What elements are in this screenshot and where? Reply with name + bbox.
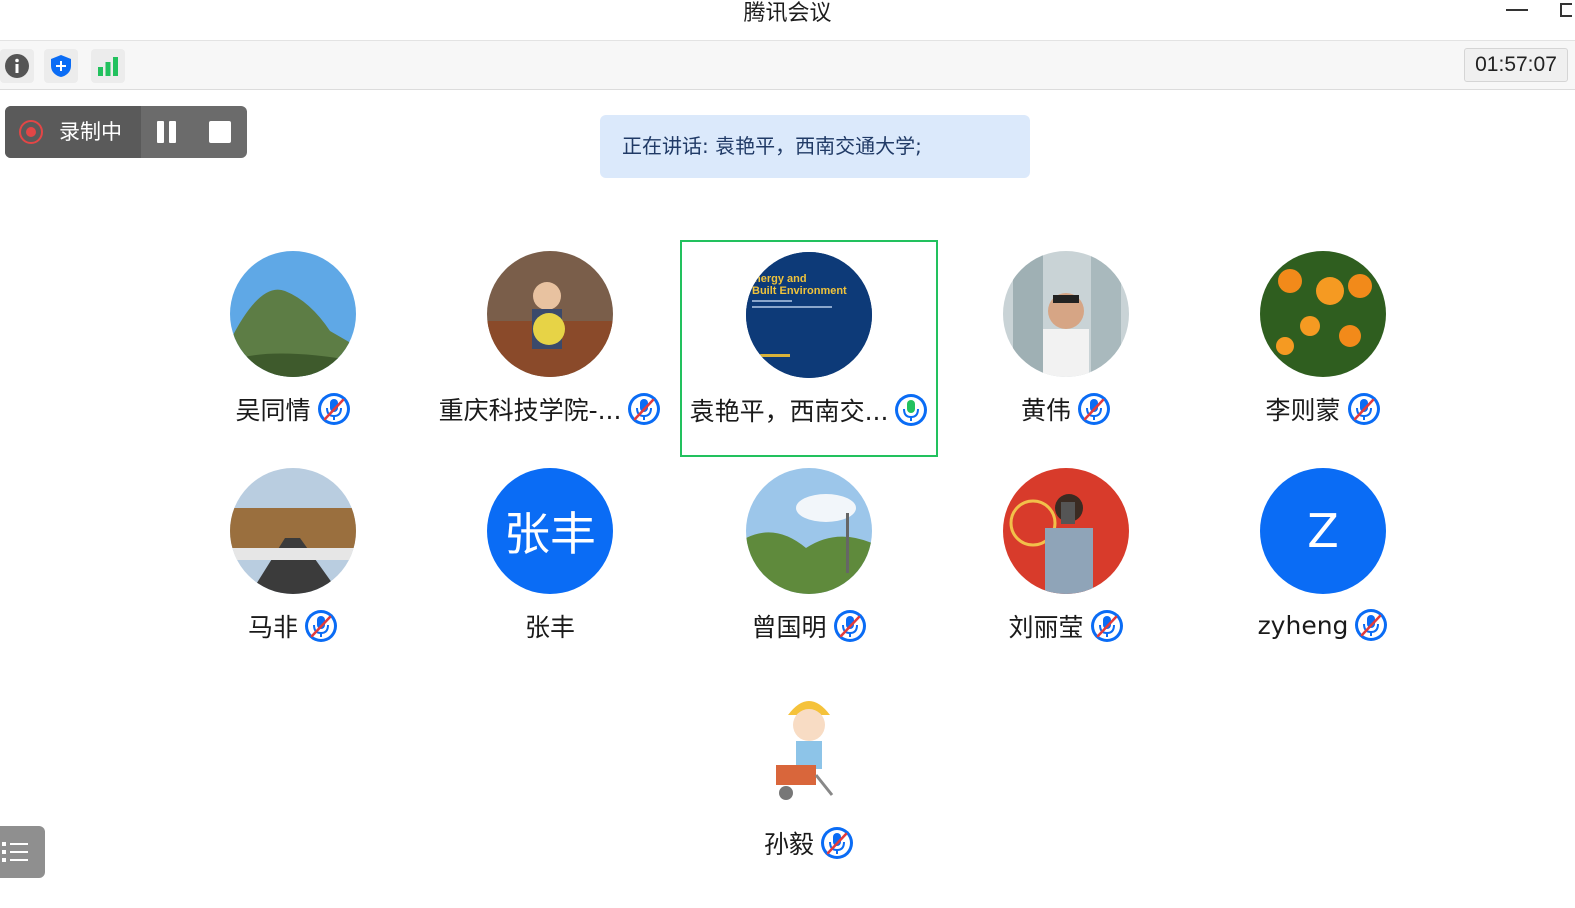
avatar: 张丰 (487, 468, 613, 594)
mic-muted-icon[interactable] (627, 392, 661, 426)
record-icon (19, 120, 43, 144)
meeting-toolbar: 01:57:07 (0, 41, 1575, 90)
mic-speaking-icon[interactable] (894, 393, 928, 427)
window-title: 腾讯会议 (743, 1, 832, 26)
mic-muted-icon[interactable] (1077, 392, 1111, 426)
network-signal-icon[interactable] (91, 49, 125, 83)
participant-tile-active[interactable]: nergy and Built Environment 袁艳平，西南交... (680, 240, 938, 457)
recording-status: 录制中 (5, 106, 141, 158)
stop-recording-button[interactable] (209, 121, 231, 143)
mic-muted-icon[interactable] (1354, 608, 1388, 642)
participant-tile[interactable]: 李则蒙 (1194, 241, 1452, 458)
maximize-icon[interactable] (1560, 3, 1572, 17)
participant-tile[interactable]: 张丰 张丰 (421, 458, 679, 675)
mic-muted-icon[interactable] (304, 609, 338, 643)
avatar: Z (1260, 468, 1386, 594)
participant-name: 吴同情 (235, 396, 311, 425)
avatar (1260, 251, 1386, 377)
participant-name: 黄伟 (1020, 396, 1071, 425)
speaking-indicator: 正在讲话: 袁艳平，西南交通大学; (600, 115, 1030, 178)
participant-name: zyheng (1257, 610, 1349, 640)
avatar (1003, 468, 1129, 594)
minimize-icon[interactable] (1506, 9, 1528, 11)
participant-name: 曾国明 (751, 613, 827, 642)
pause-recording-button[interactable] (155, 121, 179, 143)
participant-tile[interactable]: Z zyheng (1194, 458, 1452, 675)
avatar (230, 251, 356, 377)
recording-controls: 录制中 (5, 106, 247, 158)
avatar (487, 251, 613, 377)
avatar (1003, 251, 1129, 377)
participant-tile[interactable]: 吴同情 (164, 241, 422, 458)
participant-name: 张丰 (524, 613, 575, 642)
avatar (746, 468, 872, 594)
mic-muted-icon[interactable] (1347, 392, 1381, 426)
mic-muted-icon[interactable] (317, 392, 351, 426)
avatar (746, 685, 872, 811)
title-bar: 腾讯会议 (0, 0, 1575, 41)
participant-name: 孙毅 (763, 830, 814, 859)
participant-name: 重庆科技学院-... (438, 396, 622, 425)
participant-list-button[interactable] (0, 826, 45, 878)
mic-muted-icon[interactable] (820, 826, 854, 860)
thumbnail-line-1: nergy and (754, 273, 807, 285)
participant-tile[interactable]: 曾国明 (680, 458, 938, 675)
meeting-timer: 01:57:07 (1464, 48, 1568, 82)
thumbnail-line-2: Built Environment (752, 285, 847, 297)
avatar (230, 468, 356, 594)
participant-name: 马非 (247, 613, 298, 642)
participant-name: 李则蒙 (1265, 396, 1341, 425)
recording-label: 录制中 (59, 120, 122, 144)
list-icon (2, 842, 28, 862)
avatar: nergy and Built Environment (746, 252, 872, 378)
participant-name: 袁艳平，西南交... (689, 397, 889, 426)
participant-tile[interactable]: 黄伟 (937, 241, 1195, 458)
participant-tile[interactable]: 马非 (164, 458, 422, 675)
security-shield-icon[interactable] (44, 49, 78, 83)
info-icon[interactable] (0, 49, 34, 83)
participant-tile[interactable]: 重庆科技学院-... (421, 241, 679, 458)
participant-tile[interactable]: 孙毅 (680, 675, 938, 892)
mic-muted-icon[interactable] (833, 609, 867, 643)
participant-name: 刘丽莹 (1008, 613, 1084, 642)
participant-tile[interactable]: 刘丽莹 (937, 458, 1195, 675)
mic-muted-icon[interactable] (1090, 609, 1124, 643)
